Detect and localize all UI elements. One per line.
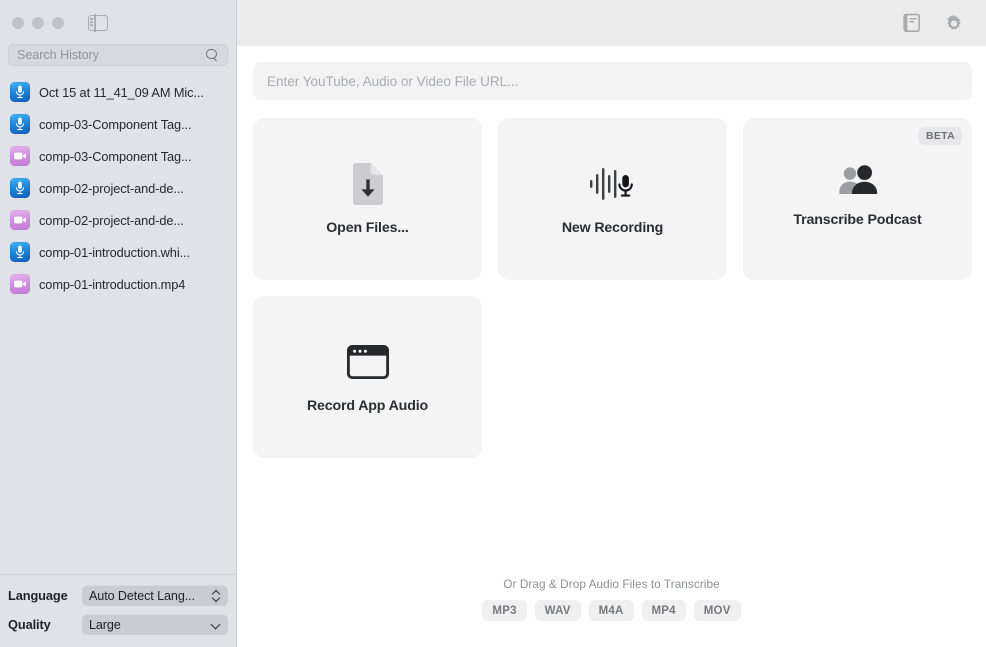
list-item[interactable]: Oct 15 at 11_41_09 AM Mic...: [0, 76, 236, 108]
list-item[interactable]: comp-02-project-and-de...: [0, 172, 236, 204]
document-download-icon: [351, 162, 385, 206]
format-chip-mov: MOV: [693, 599, 741, 621]
drag-drop-hint: Or Drag & Drop Audio Files to Transcribe…: [237, 576, 986, 621]
zoom-button[interactable]: [52, 17, 64, 29]
close-button[interactable]: [12, 17, 24, 29]
microphone-file-icon: [10, 82, 30, 102]
video-file-icon: [10, 274, 30, 294]
search-input[interactable]: [17, 48, 202, 62]
microphone-file-icon: [10, 178, 30, 198]
chevron-down-icon: [211, 620, 221, 630]
history-list[interactable]: Oct 15 at 11_41_09 AM Mic... comp-03-Com…: [0, 66, 236, 574]
main-toolbar: [237, 0, 986, 46]
open-files-label: Open Files...: [326, 220, 409, 236]
two-people-icon: [835, 158, 881, 202]
format-chip-mp3: MP3: [482, 599, 527, 621]
language-select-value: Auto Detect Lang...: [89, 588, 195, 603]
list-item[interactable]: comp-02-project-and-de...: [0, 204, 236, 236]
search-field[interactable]: [8, 44, 228, 66]
traffic-lights: [12, 17, 64, 29]
main-area: Open Files...: [237, 0, 986, 647]
list-item-label: comp-03-Component Tag...: [39, 116, 192, 132]
list-item-label: comp-02-project-and-de...: [39, 180, 184, 196]
quality-select[interactable]: Large: [82, 614, 228, 635]
main-content: Open Files...: [237, 46, 986, 647]
list-item-label: comp-03-Component Tag...: [39, 148, 192, 164]
supported-formats: MP3 WAV M4A MP4 MOV: [482, 599, 741, 621]
list-item[interactable]: comp-01-introduction.whi...: [0, 236, 236, 268]
quality-label: Quality: [8, 617, 51, 632]
gear-icon[interactable]: [944, 13, 964, 33]
format-chip-m4a: M4A: [588, 599, 634, 621]
format-chip-wav: WAV: [534, 599, 581, 621]
sidebar-toggle-icon[interactable]: [88, 14, 108, 32]
url-input[interactable]: [267, 73, 958, 89]
list-item[interactable]: comp-03-Component Tag...: [0, 140, 236, 172]
new-recording-label: New Recording: [561, 220, 664, 236]
search-container: [0, 44, 236, 66]
minimize-button[interactable]: [32, 17, 44, 29]
quality-select-value: Large: [89, 617, 121, 632]
transcribe-podcast-label: Transcribe Podcast: [793, 212, 922, 228]
list-item-label: comp-02-project-and-de...: [39, 212, 184, 228]
list-item-label: comp-01-introduction.mp4: [39, 276, 186, 292]
sidebar-footer: Language Auto Detect Lang... Quality Lar…: [0, 574, 236, 647]
list-item-label: Oct 15 at 11_41_09 AM Mic...: [39, 84, 204, 100]
transcribe-podcast-card[interactable]: BETA Transcribe Podcast: [743, 118, 972, 280]
quality-row: Quality Large: [8, 614, 228, 635]
microphone-file-icon: [10, 242, 30, 262]
language-select[interactable]: Auto Detect Lang...: [82, 585, 228, 606]
open-files-card[interactable]: Open Files...: [253, 118, 482, 280]
beta-badge: BETA: [918, 127, 962, 145]
format-chip-mp4: MP4: [641, 599, 686, 621]
list-item[interactable]: comp-03-Component Tag...: [0, 108, 236, 140]
search-icon: [206, 48, 219, 62]
video-file-icon: [10, 210, 30, 230]
record-app-audio-label: Record App Audio: [306, 398, 429, 414]
record-app-audio-card[interactable]: Record App Audio: [253, 296, 482, 458]
microphone-file-icon: [10, 114, 30, 134]
app-window: Oct 15 at 11_41_09 AM Mic... comp-03-Com…: [0, 0, 986, 647]
book-icon[interactable]: [903, 13, 922, 33]
waveform-microphone-icon: [589, 162, 637, 206]
language-label: Language: [8, 588, 68, 603]
language-row: Language Auto Detect Lang...: [8, 585, 228, 606]
list-item-label: comp-01-introduction.whi...: [39, 244, 190, 260]
list-item[interactable]: comp-01-introduction.mp4: [0, 268, 236, 300]
sidebar-titlebar: [0, 0, 236, 46]
sidebar: Oct 15 at 11_41_09 AM Mic... comp-03-Com…: [0, 0, 237, 647]
chevron-up-down-icon: [212, 589, 221, 603]
video-file-icon: [10, 146, 30, 166]
url-input-field[interactable]: [253, 62, 972, 100]
drag-drop-text: Or Drag & Drop Audio Files to Transcribe: [503, 576, 720, 591]
new-recording-card[interactable]: New Recording: [498, 118, 727, 280]
app-window-icon: [346, 340, 389, 384]
action-card-grid: Open Files... New Recording BETA Transcr…: [253, 118, 972, 458]
